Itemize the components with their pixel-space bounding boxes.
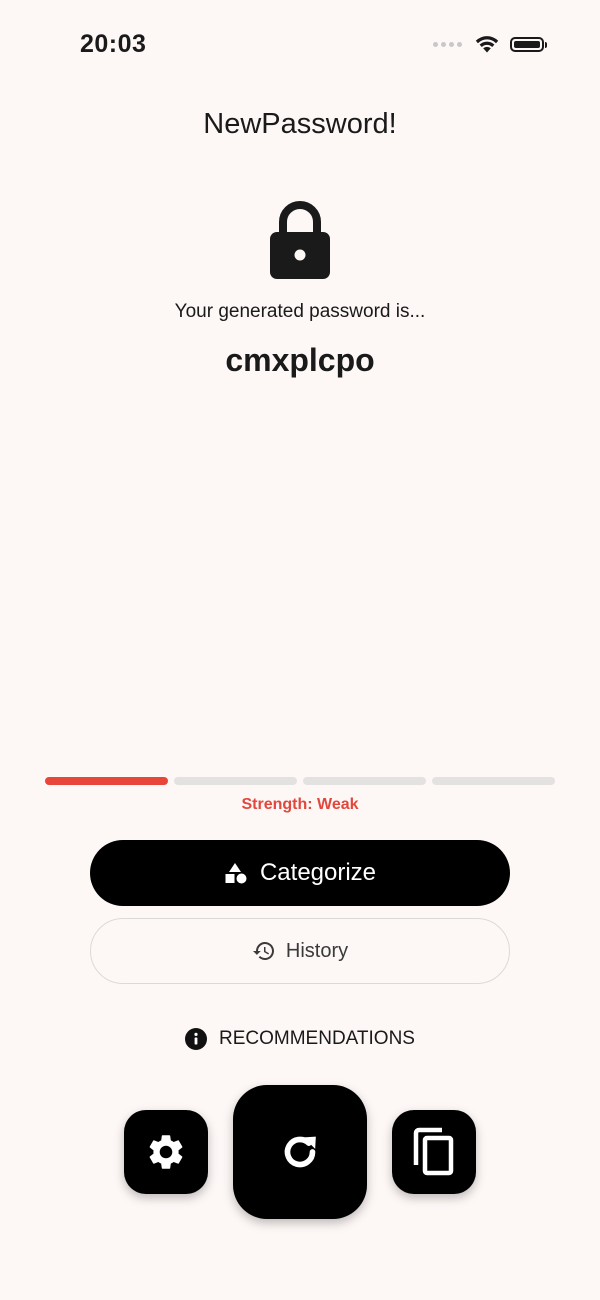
categorize-label: Categorize xyxy=(259,859,377,886)
strength-segment xyxy=(432,777,555,785)
page-title: NewPassword! xyxy=(203,108,397,140)
history-button[interactable]: History xyxy=(90,918,510,984)
cellular-signal-icon xyxy=(433,41,462,47)
history-icon xyxy=(252,942,274,960)
refresh-icon xyxy=(284,1136,316,1168)
info-icon xyxy=(185,1028,207,1050)
strength-segment xyxy=(174,777,297,785)
recommendations-label: RECOMMENDATIONS xyxy=(219,1028,415,1049)
gear-icon xyxy=(149,1135,183,1169)
copy-icon xyxy=(413,1127,454,1176)
shapes-icon xyxy=(225,863,247,884)
copy-button[interactable] xyxy=(392,1110,476,1194)
lock-icon xyxy=(270,201,330,279)
history-label: History xyxy=(285,939,349,962)
recommendations-link[interactable]: RECOMMENDATIONS xyxy=(0,1028,600,1050)
regenerate-button[interactable] xyxy=(233,1085,367,1219)
strength-segment xyxy=(45,777,168,785)
password-caption: Your generated password is... xyxy=(174,301,426,322)
categorize-button[interactable]: Categorize xyxy=(90,840,510,906)
strength-label: Strength: Weak xyxy=(241,796,359,813)
wifi-icon xyxy=(475,36,499,53)
strength-meter xyxy=(45,777,555,785)
lock-container xyxy=(0,200,600,280)
status-time: 20:03 xyxy=(80,30,147,58)
status-icons xyxy=(433,34,547,54)
generated-password: cmxplcpo xyxy=(225,342,375,378)
status-bar: 20:03 xyxy=(0,0,600,90)
battery-icon xyxy=(510,36,547,52)
strength-segment xyxy=(303,777,426,785)
settings-button[interactable] xyxy=(124,1110,208,1194)
